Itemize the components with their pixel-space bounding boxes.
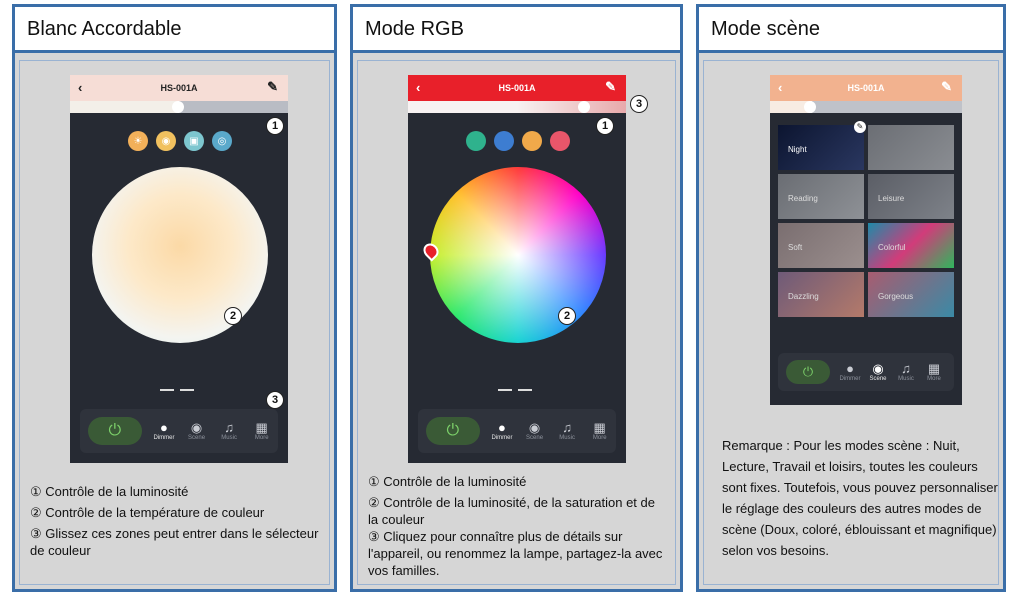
caption-2: ② Contrôle de la luminosité, de la satur… (368, 495, 655, 527)
scene-tile-soft[interactable]: Soft (778, 223, 864, 268)
edit-pencil-icon[interactable]: ✎ (267, 79, 278, 95)
back-arrow-icon[interactable]: ‹ (416, 80, 420, 95)
nav-dimmer[interactable]: ● Dimmer (836, 361, 864, 383)
panel-title: Mode scène (699, 7, 1003, 53)
music-icon: ♫ (224, 420, 234, 435)
phone-screen: ‹ HS-001A ✎ Night ✎ Reading Leisure Soft… (770, 75, 962, 405)
panel-body: ‹ HS-001A ✎ Night ✎ Reading Leisure Soft… (703, 60, 999, 585)
nav-more[interactable]: ▦ More (920, 361, 948, 383)
panel-title: Blanc Accordable (15, 7, 334, 53)
phone-screen: ‹ HS-001A ✎ ⏻ ● Dimmer ◉ Scene ♫ Music ▦ Mor… (408, 75, 626, 463)
nav-scene[interactable]: ◉ Scene (180, 420, 213, 442)
nav-more[interactable]: ▦ More (583, 420, 616, 442)
scene-tile-work[interactable] (868, 125, 954, 170)
app-header: ‹ HS-001A ✎ (70, 75, 288, 101)
nav-scene[interactable]: ◉ Scene (518, 420, 551, 442)
caption-3: ③ Glissez ces zones peut entrer dans le … (30, 526, 319, 558)
page-indicator (160, 389, 174, 391)
grid-icon: ▦ (927, 361, 941, 376)
color-wheel[interactable] (430, 167, 606, 343)
panel-body: ‹ HS-001A ✎ ☀ ◉ ▣ ◎ ⏻ ● Dimmer ◉ Scene ♫ Mu… (19, 60, 330, 585)
device-name: HS-001A (498, 83, 536, 93)
edit-pencil-icon[interactable]: ✎ (941, 79, 952, 95)
caption-2: ② Contrôle de la température de couleur (30, 505, 265, 520)
nav-music[interactable]: ♫ Music (213, 420, 246, 442)
marker-1: 1 (266, 117, 284, 135)
marker-2: 2 (224, 307, 242, 325)
scene-icon: ◉ (190, 420, 203, 435)
caption-3: ③ Cliquez pour connaître plus de détails… (368, 529, 663, 578)
scene-tile-colorful[interactable]: Colorful (868, 223, 954, 268)
scene-tile-dazzling[interactable]: Dazzling (778, 272, 864, 317)
scene-tile-reading[interactable]: Reading (778, 174, 864, 219)
music-icon: ♫ (562, 420, 572, 435)
device-name: HS-001A (847, 83, 885, 93)
phone-screen: ‹ HS-001A ✎ ☀ ◉ ▣ ◎ ⏻ ● Dimmer ◉ Scene ♫ Mu… (70, 75, 288, 463)
panel-title: Mode RGB (353, 7, 680, 53)
brightness-slider-knob[interactable] (804, 101, 816, 113)
page-indicator (180, 389, 194, 391)
scene-edit-icon[interactable]: ✎ (854, 121, 866, 133)
scene-tile-gorgeous[interactable]: Gorgeous (868, 272, 954, 317)
marker-3: 3 (266, 391, 284, 409)
captions: ① Contrôle de la luminosité ② Contrôle d… (30, 483, 330, 559)
color-dot-green[interactable] (466, 131, 486, 151)
grid-icon: ▦ (255, 420, 268, 435)
caption-1: ① Contrôle de la luminosité (368, 474, 527, 489)
edit-pencil-icon[interactable]: ✎ (605, 79, 616, 95)
brightness-slider-knob[interactable] (172, 101, 184, 113)
bulb-icon: ● (498, 420, 506, 435)
back-arrow-icon[interactable]: ‹ (78, 80, 82, 95)
grid-icon: ▦ (593, 420, 606, 435)
scene-tile-night[interactable]: Night (778, 125, 864, 170)
bottom-nav: ⏻ ● Dimmer ◉ Scene ♫ Music ▦ More (80, 409, 278, 453)
preset-dot-3[interactable]: ▣ (184, 131, 204, 151)
captions: ① Contrôle de la luminosité ② Contrôle d… (368, 473, 668, 579)
page-indicator (518, 389, 532, 391)
preset-dot-1[interactable]: ☀ (128, 131, 148, 151)
bulb-icon: ● (846, 361, 854, 376)
brightness-slider-knob[interactable] (578, 101, 590, 113)
back-arrow-icon[interactable]: ‹ (778, 80, 782, 95)
bulb-icon: ● (160, 420, 168, 435)
brightness-slider[interactable] (408, 101, 626, 113)
nav-dimmer[interactable]: ● Dimmer (486, 420, 519, 442)
marker-2: 2 (558, 307, 576, 325)
app-header: ‹ HS-001A ✎ (408, 75, 626, 101)
bottom-nav: ⏻ ● Dimmer ◉ Scene ♫ Music ▦ More (778, 353, 954, 391)
power-icon[interactable]: ⏻ (786, 360, 830, 384)
scene-remark: Remarque : Pour les modes scène : Nuit, … (722, 438, 998, 558)
nav-scene[interactable]: ◉ Scene (864, 361, 892, 383)
nav-music[interactable]: ♫ Music (892, 361, 920, 383)
nav-more[interactable]: ▦ More (245, 420, 278, 442)
scene-tile-leisure[interactable]: Leisure (868, 174, 954, 219)
color-dot-red[interactable] (550, 131, 570, 151)
color-dot-blue[interactable] (494, 131, 514, 151)
scene-icon: ◉ (528, 420, 541, 435)
preset-dot-4[interactable]: ◎ (212, 131, 232, 151)
panel-blanc-accordable: Blanc Accordable ‹ HS-001A ✎ ☀ ◉ ▣ ◎ ⏻ ●… (12, 4, 337, 592)
power-icon[interactable]: ⏻ (88, 417, 142, 445)
panel-mode-rgb: Mode RGB ‹ HS-001A ✎ ⏻ ●Dimmer ◉Scene (350, 4, 683, 592)
nav-music[interactable]: ♫ Music (551, 420, 584, 442)
music-icon: ♫ (901, 361, 911, 376)
app-header: ‹ HS-001A ✎ (770, 75, 962, 101)
scene-icon: ◉ (872, 361, 884, 376)
panel-mode-scene: Mode scène ‹ HS-001A ✎ Night ✎ Reading L… (696, 4, 1006, 592)
bottom-nav: ⏻ ● Dimmer ◉ Scene ♫ Music ▦ More (418, 409, 616, 453)
power-icon[interactable]: ⏻ (426, 417, 480, 445)
nav-dimmer[interactable]: ● Dimmer (148, 420, 181, 442)
panel-body: ‹ HS-001A ✎ ⏻ ● Dimmer ◉ Scene ♫ Music ▦ Mor… (357, 60, 676, 585)
brightness-slider[interactable] (770, 101, 962, 113)
brightness-slider[interactable] (70, 101, 288, 113)
page-indicator (498, 389, 512, 391)
marker-1: 1 (596, 117, 614, 135)
caption-1: ① Contrôle de la luminosité (30, 484, 189, 499)
color-dot-orange[interactable] (522, 131, 542, 151)
marker-3: 3 (630, 95, 648, 113)
device-name: HS-001A (160, 83, 198, 93)
preset-dot-2[interactable]: ◉ (156, 131, 176, 151)
